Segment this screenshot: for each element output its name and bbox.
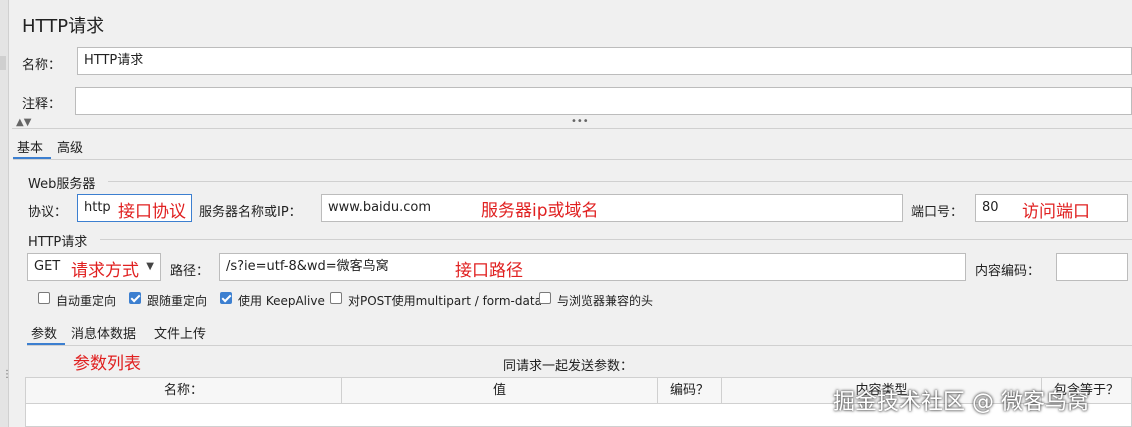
server-input[interactable]: www.baidu.com: [321, 194, 903, 222]
tab-divider: [13, 159, 1132, 160]
auto-redirect-checkbox[interactable]: [38, 292, 50, 304]
section-divider: [108, 181, 1132, 182]
vertical-grip-icon[interactable]: ⋮: [2, 370, 12, 380]
collapse-arrows-icon[interactable]: ▲▼: [16, 118, 31, 128]
follow-redirect-label: 跟随重定向: [147, 294, 208, 308]
browser-headers-checkbox[interactable]: [539, 292, 551, 304]
tab-file-upload[interactable]: 文件上传: [154, 323, 206, 342]
name-label: 名称：: [22, 58, 62, 73]
splitter-grip[interactable]: [0, 56, 6, 70]
subtab-divider: [27, 345, 1132, 346]
tab-parameters[interactable]: 参数: [31, 323, 57, 342]
chevron-down-icon: ▼: [146, 261, 154, 272]
protocol-value: http: [84, 200, 111, 215]
http-request-section-title: HTTP请求: [28, 235, 88, 250]
auto-redirect-label: 自动重定向: [56, 294, 117, 308]
tab-basic[interactable]: 基本: [17, 137, 43, 156]
params-annotation: 参数列表: [73, 354, 141, 374]
server-annotation: 服务器ip或域名: [481, 201, 599, 221]
tab-advanced[interactable]: 高级: [57, 137, 83, 156]
port-annotation: 访问端口: [1022, 202, 1090, 222]
name-input[interactable]: HTTP请求: [77, 47, 1132, 75]
tab-body-data[interactable]: 消息体数据: [71, 323, 136, 342]
section-divider: [100, 239, 1132, 240]
encoding-input[interactable]: [1056, 253, 1128, 281]
encoding-label: 内容编码：: [975, 264, 1041, 279]
column-header-encode[interactable]: 编码？: [658, 378, 722, 404]
keepalive-checkbox[interactable]: [220, 292, 232, 304]
splitter-dots-icon[interactable]: •••: [571, 117, 589, 127]
params-caption: 同请求一起发送参数：: [503, 359, 634, 374]
protocol-label: 协议：: [28, 205, 68, 220]
comment-input[interactable]: [75, 87, 1132, 115]
column-header-name[interactable]: 名称：: [26, 378, 342, 404]
protocol-annotation: 接口协议: [118, 202, 186, 222]
port-label: 端口号：: [911, 205, 964, 220]
server-label: 服务器名称或IP：: [199, 205, 302, 220]
column-header-value[interactable]: 值: [342, 378, 658, 404]
multipart-label: 对POST使用multipart / form-data: [348, 294, 542, 308]
path-annotation: 接口路径: [455, 261, 523, 281]
comment-label: 注释：: [22, 97, 62, 112]
path-label: 路径：: [170, 264, 210, 279]
follow-redirect-checkbox[interactable]: [129, 292, 141, 304]
page-title: HTTP请求: [22, 16, 105, 37]
method-value: GET: [34, 259, 61, 274]
multipart-checkbox[interactable]: [330, 292, 342, 304]
keepalive-label: 使用 KeepAlive: [238, 294, 325, 308]
divider: [12, 128, 1132, 129]
web-server-section-title: Web服务器: [28, 177, 96, 192]
method-annotation: 请求方式: [71, 261, 139, 281]
watermark: 掘金技术社区 @ 微客鸟窝: [833, 390, 1089, 415]
browser-headers-label: 与浏览器兼容的头: [557, 294, 654, 308]
path-input[interactable]: /s?ie=utf-8&wd=微客鸟窝: [219, 253, 966, 281]
